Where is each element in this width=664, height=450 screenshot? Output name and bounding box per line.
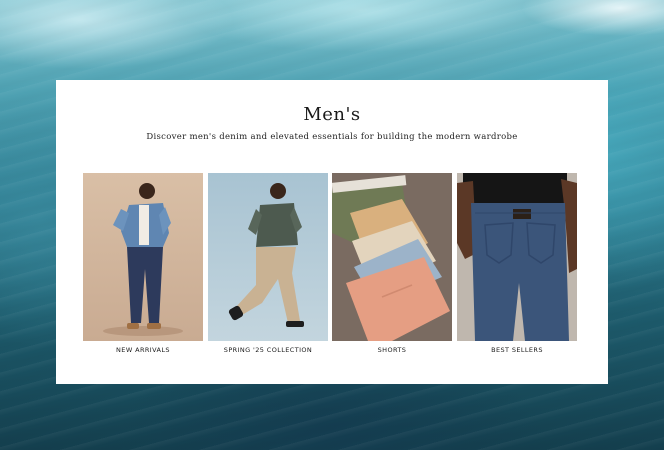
page-title: Men's bbox=[303, 104, 361, 125]
tile-label-new-arrivals[interactable]: NEW ARRIVALS bbox=[73, 346, 213, 354]
shorts-image[interactable] bbox=[332, 173, 452, 341]
tile-spring-collection[interactable]: SPRING '25 COLLECTION bbox=[208, 173, 328, 359]
page-subtitle: Discover men's denim and elevated essent… bbox=[146, 132, 518, 142]
category-tiles: NEW ARRIVALS SPRING '25 COLLECTION SHORT… bbox=[83, 173, 577, 359]
spring-collection-image[interactable] bbox=[208, 173, 328, 341]
tile-best-sellers[interactable]: BEST SELLERS bbox=[457, 173, 577, 359]
tile-label-shorts[interactable]: SHORTS bbox=[322, 346, 462, 354]
new-arrivals-image[interactable] bbox=[83, 173, 203, 341]
tile-label-best-sellers[interactable]: BEST SELLERS bbox=[447, 346, 587, 354]
tile-shorts[interactable]: SHORTS bbox=[332, 173, 452, 359]
tile-new-arrivals[interactable]: NEW ARRIVALS bbox=[83, 173, 203, 359]
tile-label-spring-collection[interactable]: SPRING '25 COLLECTION bbox=[198, 346, 338, 354]
best-sellers-image[interactable] bbox=[457, 173, 577, 341]
